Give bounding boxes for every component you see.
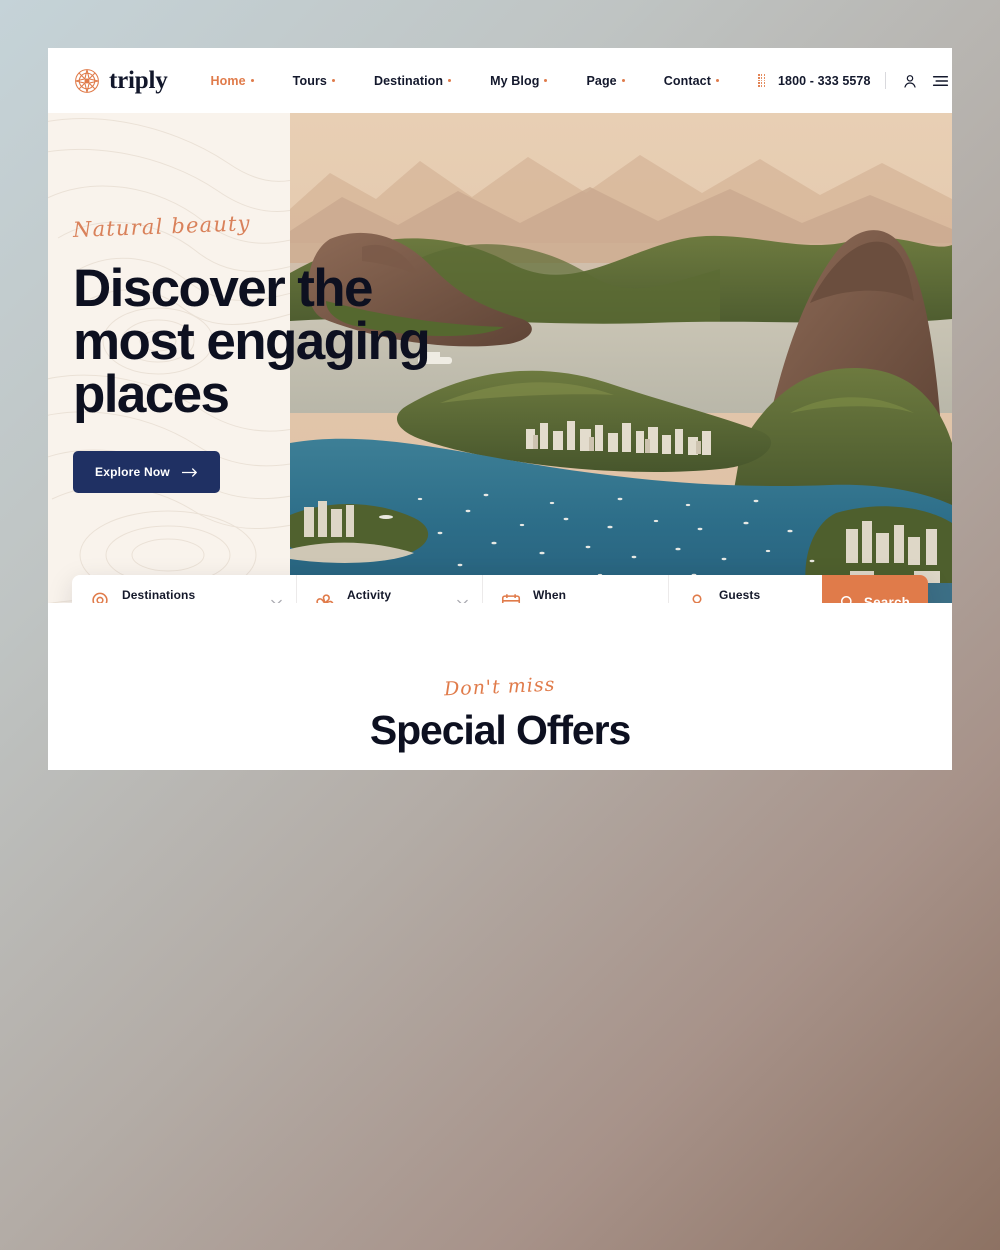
search-field-guests[interactable]: Guests 0 [669,575,822,603]
special-offers-section: Don't miss Special Offers [48,603,952,754]
nav-dot-icon [250,79,254,83]
search-field-activity[interactable]: Activity All Activity [297,575,483,603]
nav-dot-icon [715,79,719,83]
nav-dot-icon [331,79,335,83]
search-field-when[interactable]: When Date from [483,575,669,603]
site-header: triply Home Tours Destination My Blog Pa… [48,48,952,113]
pinwheel-icon [316,593,334,603]
nav-item-destination[interactable]: Destination [373,68,452,94]
hero-title-line-1: Discover the [73,259,374,318]
nav-item-label: My Blog [490,73,540,88]
offers-eyebrow: Don't miss [443,673,557,701]
search-field-label: Guests [719,587,761,602]
grid-dots-icon [757,74,767,87]
nav-dot-icon [621,79,625,83]
divider [884,72,886,89]
search-field-destinations[interactable]: Destinations Where are you going? [72,575,297,603]
nav-item-label: Page [586,73,617,88]
explore-now-button[interactable]: Explore Now [73,451,220,493]
explore-now-label: Explore Now [95,465,170,479]
header-actions: 1800 - 333 5578 [757,71,951,91]
page-title: Discover the most engaging places [73,262,543,421]
arrow-right-icon [181,467,197,477]
hero-title-line-3: places [73,365,230,424]
offers-title: Special Offers [369,707,631,753]
search-field-label: Destinations [122,587,196,602]
primary-nav: Home Tours Destination My Blog Page Cont… [211,68,758,94]
hero-section: Natural beauty Discover the most engagin… [48,113,952,603]
page-card: triply Home Tours Destination My Blog Pa… [48,48,952,770]
nav-item-my-blog[interactable]: My Blog [490,68,548,94]
chevron-down-icon[interactable] [271,599,282,603]
calendar-icon [501,593,521,603]
nav-item-page[interactable]: Page [586,68,625,94]
chevron-down-icon[interactable] [457,599,468,603]
search-field-label: When [533,587,567,602]
nav-item-contact[interactable]: Contact [664,68,719,94]
user-outline-icon [692,593,702,603]
nav-dot-icon [448,79,452,83]
search-button-label: Search [863,595,911,603]
hero-title-line-2: most engaging [73,312,431,371]
brand-logo[interactable]: triply [74,67,168,95]
nav-item-label: Tours [292,73,327,88]
search-button[interactable]: Search [822,575,928,603]
nav-item-tours[interactable]: Tours [293,68,335,94]
nav-item-label: Home [210,73,246,88]
search-icon [840,595,852,603]
search-field-label: Activity [347,587,392,602]
nav-item-label: Destination [373,73,444,88]
nav-item-label: Contact [663,73,711,88]
location-pin-icon [92,592,108,603]
nav-item-home[interactable]: Home [211,68,254,94]
header-phone-number[interactable]: 1800 - 333 5578 [778,74,871,88]
hero-copy: Natural beauty Discover the most engagin… [73,211,543,493]
user-icon[interactable] [900,71,920,91]
nav-dot-icon [544,79,548,83]
brand-name: triply [109,66,168,94]
compass-rose-icon [75,68,99,93]
hamburger-menu-icon[interactable] [931,71,951,91]
search-bar: Destinations Where are you going? Activi… [72,575,928,603]
